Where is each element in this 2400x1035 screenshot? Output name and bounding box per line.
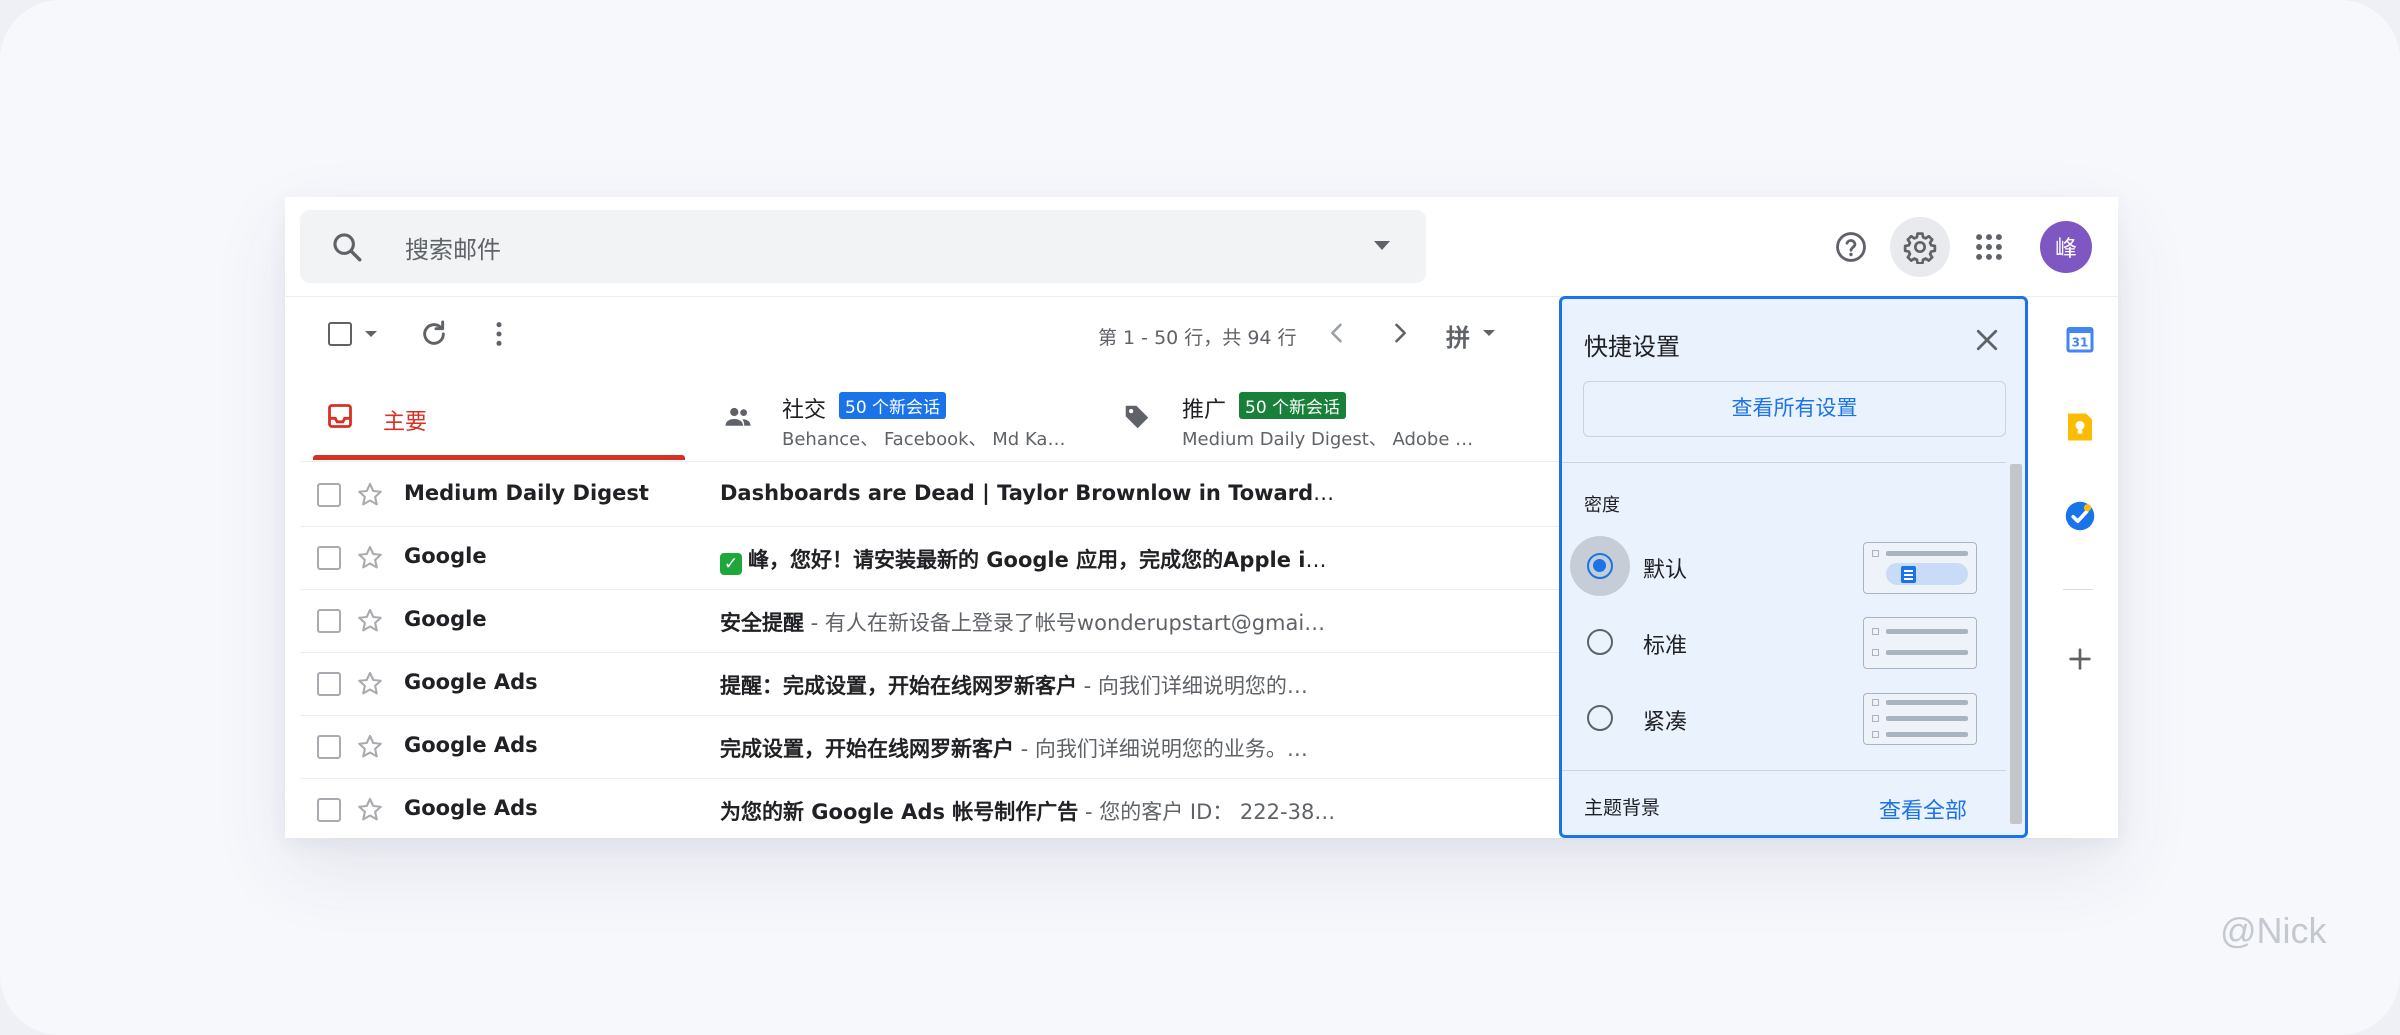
tab-social-label: 社交 [782,398,827,423]
apps-button[interactable] [1959,217,2019,277]
watermark: @Nick [2220,910,2327,951]
row-checkbox[interactable] [317,798,341,822]
chevron-right-icon[interactable] [1386,319,1414,347]
apps-grid-icon [1976,234,2002,260]
density-standard-radio[interactable] [1587,629,1613,655]
tab-social-badge: 50 个新会话 [839,392,947,419]
gear-icon [1903,232,1937,264]
quick-settings-panel: 快捷设置 查看所有设置 密度 默认 标准 紧凑 主题背景 查看全部 [1559,296,2028,838]
star-icon[interactable] [355,795,385,825]
tab-promotions-badge: 50 个新会话 [1239,392,1347,419]
density-standard-preview[interactable] [1863,617,1977,669]
row-checkbox[interactable] [317,483,341,507]
keep-icon[interactable] [2062,409,2098,445]
density-compact-radio[interactable] [1587,705,1613,731]
density-default-preview[interactable] [1863,542,1977,594]
settings-button[interactable] [1890,217,1950,277]
quick-settings-title: 快捷设置 [1584,333,1680,361]
divider [1562,462,2006,463]
search-input[interactable]: 搜索邮件 [405,230,501,265]
email-sender: Medium Daily Digest [404,481,649,505]
tasks-icon[interactable] [2062,498,2098,534]
star-icon[interactable] [355,732,385,762]
chevron-left-icon[interactable] [1323,319,1351,347]
email-snippet: - 有人在新设备上登录了帐号wonderupstart@gmai… [804,611,1326,635]
email-subject: 安全提醒 - 有人在新设备上登录了帐号wonderupstart@gmai… [720,607,1340,637]
email-subject-text: 安全提醒 [720,611,804,635]
email-subject-text: 为您的新 Google Ads 帐号制作广告 [720,800,1079,824]
density-compact-label[interactable]: 紧凑 [1643,704,1687,736]
email-subject: 提醒：完成设置，开始在线网罗新客户 - 向我们详细说明您的… [720,670,1340,700]
search-options-icon[interactable] [1374,241,1390,250]
select-all-checkbox[interactable] [328,322,352,346]
email-subject: ✓ 峰，您好！请安装最新的 Google 应用，完成您的Apple iP… [720,544,1340,575]
input-tools-caret-icon[interactable] [1483,330,1495,336]
email-snippet: - 向我们详细说明您的业务。… [1014,737,1308,761]
email-sender: Google [404,544,487,568]
gmail-window: 搜索邮件 峰 第 1 - 50 行，共 94 行 拼 主要 社交 50 个新会话… [285,197,2118,838]
theme-view-all-link[interactable]: 查看全部 [1879,793,1967,825]
tab-promotions-label: 推广 [1182,398,1227,423]
close-icon[interactable] [1972,325,2002,355]
avatar[interactable]: 峰 [2040,221,2092,273]
email-subject: Dashboards are Dead | Taylor Brownlow in… [720,481,1340,505]
email-subject-text: 提醒：完成设置，开始在线网罗新客户 [720,674,1077,698]
star-icon[interactable] [355,543,385,573]
input-tools-button[interactable]: 拼 [1446,318,1470,353]
tab-promotions-senders: Medium Daily Digest、 Adobe … [1182,429,1474,450]
star-icon[interactable] [355,480,385,510]
row-checkbox[interactable] [317,546,341,570]
email-snippet: - 向我们详细说明您的… [1077,674,1308,698]
tab-active-indicator [313,455,685,460]
email-sender: Google [404,607,487,631]
inbox-icon [328,404,352,428]
calendar-icon[interactable]: 31 [2062,321,2098,357]
check-mark-icon: ✓ [720,553,742,575]
email-subject-text: 完成设置，开始在线网罗新客户 [720,737,1014,761]
search-bar[interactable]: 搜索邮件 [300,210,1426,283]
tab-social-senders: Behance、 Facebook、 Md Ka… [782,429,1066,450]
email-subject: 完成设置，开始在线网罗新客户 - 向我们详细说明您的业务。… [720,733,1340,763]
email-sender: Google Ads [404,733,538,757]
help-icon [1836,232,1866,262]
quick-settings-scrollbar[interactable] [2010,464,2022,824]
row-checkbox[interactable] [317,735,341,759]
help-button[interactable] [1821,217,1881,277]
search-icon[interactable] [330,230,364,264]
see-all-settings-button[interactable]: 查看所有设置 [1583,381,2006,437]
email-subject: 为您的新 Google Ads 帐号制作广告 - 您的客户 ID： 222-38… [720,796,1340,826]
star-icon[interactable] [355,606,385,636]
density-heading: 密度 [1584,495,1620,516]
email-subject-text: 峰，您好！请安装最新的 Google 应用，完成您的Apple iP… [748,548,1340,572]
row-checkbox[interactable] [317,609,341,633]
email-snippet: - 您的客户 ID： 222-38… [1078,800,1336,824]
email-subject-text: Dashboards are Dead | Taylor Brownlow in… [720,481,1340,505]
more-options-icon[interactable] [483,318,515,350]
select-menu-caret-icon[interactable] [365,331,377,337]
add-icon[interactable] [2064,643,2096,675]
density-compact-preview[interactable] [1863,693,1977,745]
divider [1562,770,2006,771]
density-standard-label[interactable]: 标准 [1643,628,1687,660]
svg-text:31: 31 [2072,336,2089,350]
pagination-text: 第 1 - 50 行，共 94 行 [1098,327,1297,349]
refresh-icon[interactable] [418,318,450,350]
people-icon [725,407,751,426]
row-checkbox[interactable] [317,672,341,696]
side-panel-divider [2063,589,2093,590]
tab-primary-label: 主要 [383,410,428,435]
density-default-label[interactable]: 默认 [1643,552,1687,584]
theme-heading: 主题背景 [1584,797,1661,819]
star-icon[interactable] [355,669,385,699]
density-default-radio[interactable] [1587,553,1613,579]
document-icon [1901,566,1916,583]
email-sender: Google Ads [404,670,538,694]
tag-icon [1125,405,1149,429]
email-sender: Google Ads [404,796,538,820]
